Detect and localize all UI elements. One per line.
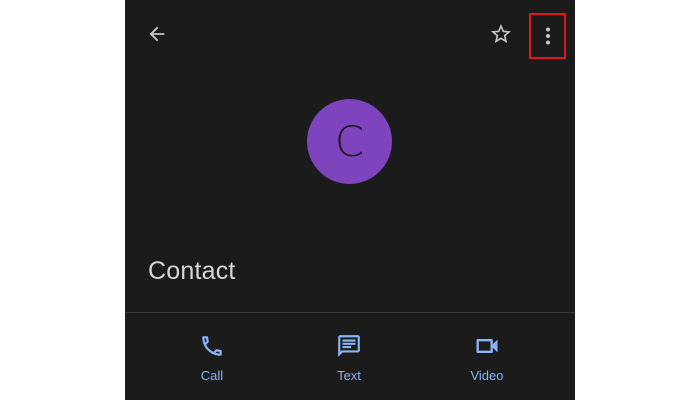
star-outline-icon (491, 24, 511, 43)
message-icon (338, 335, 360, 357)
call-label: Call (200, 368, 224, 383)
more-options-button[interactable] (529, 13, 566, 59)
contact-name: Contact (148, 257, 236, 285)
video-label: Video (470, 368, 504, 383)
favorite-button[interactable] (485, 18, 517, 50)
text-button[interactable]: Text (299, 313, 399, 400)
arrow-back-icon (149, 26, 165, 42)
more-vert-icon (545, 27, 550, 45)
text-label: Text (337, 368, 361, 383)
action-bar: Call Text Video (125, 313, 575, 400)
contact-avatar: C (307, 99, 392, 184)
call-button[interactable]: Call (162, 313, 262, 400)
videocam-icon (476, 339, 498, 353)
phone-icon (202, 336, 222, 356)
video-button[interactable]: Video (437, 313, 537, 400)
back-button[interactable] (141, 18, 173, 50)
contact-screen: C Contact Call Text Video (125, 0, 575, 400)
